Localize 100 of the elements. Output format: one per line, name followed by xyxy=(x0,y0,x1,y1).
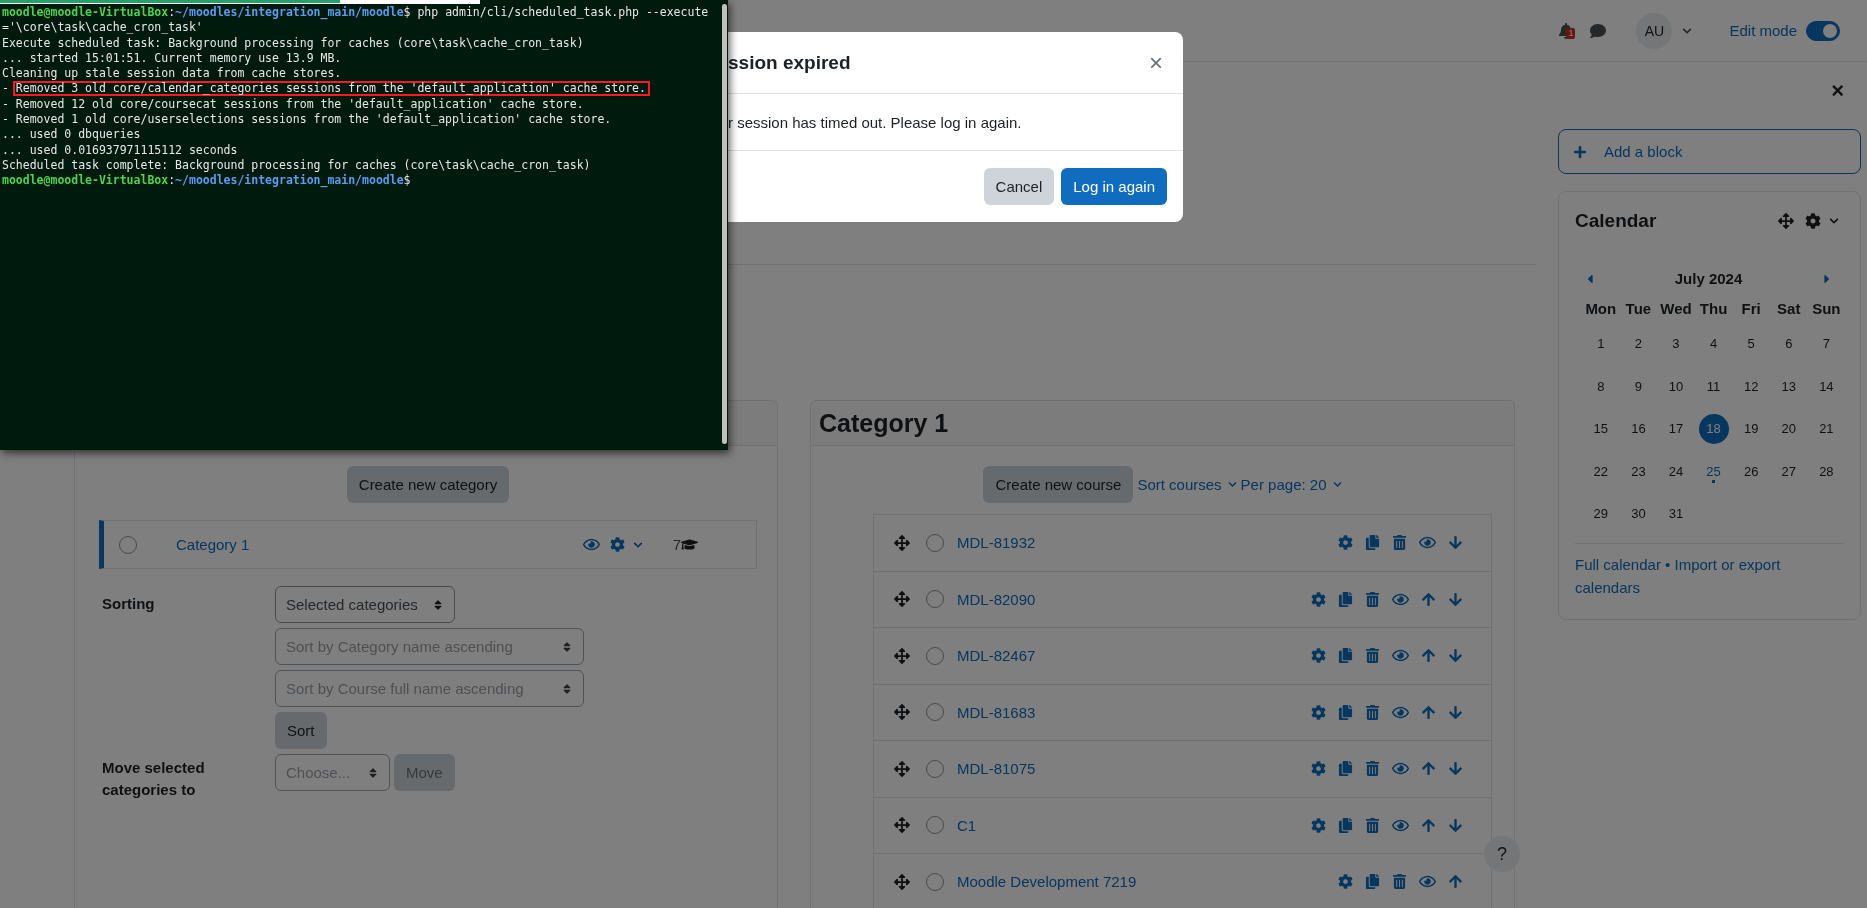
move-icon[interactable] xyxy=(894,534,910,551)
calendar-day[interactable]: 28 xyxy=(1811,456,1842,486)
create-category-button[interactable]: Create new category xyxy=(346,466,510,503)
settings-icon[interactable] xyxy=(1311,648,1326,664)
calendar-day[interactable]: 3 xyxy=(1661,328,1691,359)
calendar-day[interactable]: 1 xyxy=(1585,328,1616,359)
calendar-day[interactable]: 19 xyxy=(1736,413,1767,444)
checkbox[interactable] xyxy=(926,872,944,891)
close-button[interactable]: × xyxy=(1831,80,1844,102)
category-link[interactable]: Category 1 xyxy=(176,536,583,553)
trash-icon[interactable] xyxy=(1365,817,1380,833)
checkbox[interactable] xyxy=(926,703,944,722)
calendar-day[interactable]: 11 xyxy=(1698,371,1729,401)
arrow-down-icon[interactable] xyxy=(1448,817,1463,833)
scrollbar[interactable] xyxy=(722,4,727,444)
cancel-button[interactable]: Cancel xyxy=(983,168,1055,205)
settings-icon[interactable] xyxy=(1311,704,1326,720)
chat-icon[interactable] xyxy=(1590,22,1607,39)
calendar-day[interactable]: 29 xyxy=(1585,498,1616,529)
course-link[interactable]: MDL-82467 xyxy=(957,647,1311,665)
calendar-day[interactable]: 14 xyxy=(1811,371,1842,401)
settings-icon[interactable] xyxy=(1338,874,1353,890)
arrow-down-icon[interactable] xyxy=(1448,591,1463,607)
add-block-button[interactable]: Add a block xyxy=(1558,129,1861,174)
course-row[interactable]: MDL-82467 xyxy=(874,628,1491,685)
calendar-day[interactable]: 21 xyxy=(1811,413,1842,444)
edit-mode-toggle[interactable] xyxy=(1806,20,1840,41)
move-icon[interactable] xyxy=(1778,213,1794,229)
calendar-day[interactable]: 25 xyxy=(1698,456,1729,486)
arrow-down-icon[interactable] xyxy=(1448,704,1463,720)
checkbox[interactable] xyxy=(926,759,944,778)
calendar-day[interactable]: 24 xyxy=(1661,456,1691,486)
caret-icon[interactable] xyxy=(1227,480,1237,489)
login-button[interactable]: Log in again xyxy=(1061,168,1167,205)
settings-icon[interactable] xyxy=(609,537,625,552)
course-row[interactable]: C1 xyxy=(874,797,1491,854)
course-row[interactable]: MDL-82090 xyxy=(874,571,1491,628)
calendar-day[interactable]: 23 xyxy=(1623,456,1654,486)
settings-icon[interactable] xyxy=(1338,535,1353,551)
arrow-down-icon[interactable] xyxy=(1448,648,1463,664)
course-link[interactable]: Moodle Development 7219 xyxy=(957,873,1338,891)
trash-icon[interactable] xyxy=(1392,874,1407,890)
calendar-day[interactable]: 31 xyxy=(1661,498,1691,529)
course-row[interactable]: Moodle Development 7219 xyxy=(874,854,1491,908)
settings-icon[interactable] xyxy=(1311,761,1326,777)
calendar-day[interactable]: 13 xyxy=(1773,371,1804,401)
calendar-day[interactable]: 30 xyxy=(1623,498,1654,529)
move-icon[interactable] xyxy=(894,873,910,890)
caret-icon[interactable] xyxy=(1829,216,1839,226)
user-avatar[interactable]: AU xyxy=(1636,12,1673,49)
calendar-day[interactable]: 9 xyxy=(1623,371,1654,401)
calendar-day[interactable]: 6 xyxy=(1773,328,1804,359)
calendar-day[interactable]: 18 xyxy=(1698,413,1729,444)
calendar-day[interactable]: 5 xyxy=(1736,328,1767,359)
caret-icon[interactable] xyxy=(1682,25,1693,36)
checkbox[interactable] xyxy=(926,646,944,665)
copy-icon[interactable] xyxy=(1338,761,1353,777)
calendar-day[interactable]: 27 xyxy=(1773,456,1804,486)
move-icon[interactable] xyxy=(894,817,910,834)
arrow-up-icon[interactable] xyxy=(1421,761,1436,777)
trash-icon[interactable] xyxy=(1365,761,1380,777)
checkbox[interactable] xyxy=(119,535,137,554)
trash-icon[interactable] xyxy=(1392,535,1407,551)
category-row[interactable]: Category 1 7 xyxy=(99,520,757,569)
course-link[interactable]: MDL-81683 xyxy=(957,703,1311,721)
calendar-day[interactable]: 4 xyxy=(1698,328,1729,359)
move-icon[interactable] xyxy=(894,647,910,664)
move-icon[interactable] xyxy=(894,760,910,777)
close-button[interactable]: × xyxy=(1149,50,1163,75)
per-page-link[interactable]: Per page: 20 xyxy=(1240,476,1342,493)
trash-icon[interactable] xyxy=(1365,648,1380,664)
settings-icon[interactable] xyxy=(1311,817,1326,833)
select-field[interactable]: Selected categories xyxy=(275,586,455,623)
eye-icon[interactable] xyxy=(582,536,600,553)
calendar-day[interactable]: 16 xyxy=(1623,413,1654,444)
calendar-day[interactable]: 22 xyxy=(1585,456,1616,486)
notification-bell-icon[interactable]: 1 xyxy=(1558,22,1575,39)
arrow-up-icon[interactable] xyxy=(1421,648,1436,664)
move-icon[interactable] xyxy=(894,591,910,608)
copy-icon[interactable] xyxy=(1338,648,1353,664)
settings-icon[interactable] xyxy=(1805,213,1821,229)
calendar-day[interactable]: 20 xyxy=(1773,413,1804,444)
arrow-down-icon[interactable] xyxy=(1448,761,1463,777)
calendar-day[interactable]: 10 xyxy=(1661,371,1691,401)
caret-icon[interactable] xyxy=(632,539,643,550)
sort-courses-link[interactable]: Sort courses xyxy=(1137,476,1237,493)
course-row[interactable]: MDL-81683 xyxy=(874,684,1491,741)
arrow-up-icon[interactable] xyxy=(1448,874,1463,890)
calendar-day[interactable]: 15 xyxy=(1585,413,1616,444)
checkbox[interactable] xyxy=(926,533,944,552)
copy-icon[interactable] xyxy=(1338,591,1353,607)
calendar-day[interactable]: 17 xyxy=(1661,413,1691,444)
trash-icon[interactable] xyxy=(1365,704,1380,720)
checkbox[interactable] xyxy=(926,590,944,609)
course-row[interactable]: MDL-81932 xyxy=(874,515,1491,572)
calendar-day[interactable]: 2 xyxy=(1623,328,1654,359)
calendar-day[interactable]: 12 xyxy=(1736,371,1767,401)
course-link[interactable]: MDL-81932 xyxy=(957,534,1338,552)
calendar-day[interactable]: 8 xyxy=(1585,371,1616,401)
create-course-button[interactable]: Create new course xyxy=(983,466,1134,503)
